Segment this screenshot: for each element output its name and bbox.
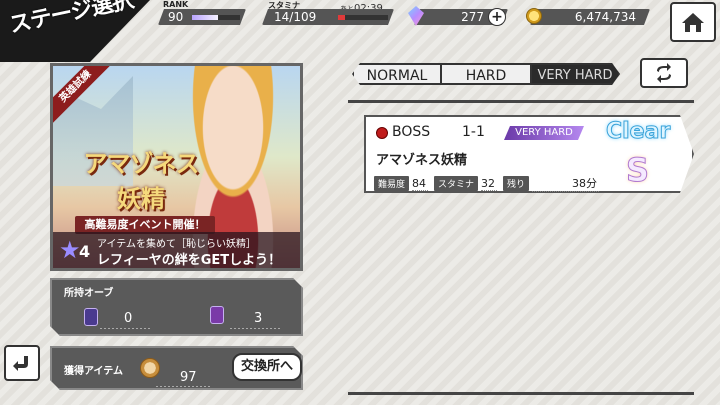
stamina-cost-value: 32: [481, 176, 496, 190]
event-star-number: 4: [79, 242, 91, 261]
back-button[interactable]: [4, 345, 40, 381]
rank-bar-fill: [192, 15, 218, 20]
stamina-chip: スタミナ: [434, 176, 478, 191]
coin-value: 6,474,734: [574, 10, 636, 24]
orbs-panel: 所持オーブ 0 3: [50, 278, 303, 336]
stage-number: 1-1: [462, 124, 485, 140]
divider: [100, 328, 150, 329]
event-banner[interactable]: 英雄試練 アマゾネス 妖精 高難易度イベント開催！ ★ 4 アイテムを集めて［恥…: [50, 63, 303, 271]
purple-orb-icon: [210, 306, 224, 324]
boss-icon: [376, 127, 388, 139]
stamina-box: 14/109: [262, 9, 394, 25]
item-coin-icon: [140, 358, 160, 378]
event-title-line2: 妖精: [117, 184, 165, 213]
tab-normal[interactable]: NORMAL: [352, 63, 442, 85]
stage-difficulty-badge: VERY HARD: [504, 126, 584, 140]
tab-very-hard[interactable]: VERY HARD: [530, 63, 620, 85]
clear-badge: Clear: [606, 119, 671, 144]
stamina-bar: [338, 15, 388, 20]
divider: [156, 386, 212, 387]
blue-orb-icon: [84, 308, 98, 326]
home-icon: [682, 13, 704, 32]
refresh-icon: [657, 63, 671, 83]
rank-label: RANK: [163, 0, 189, 9]
event-title: アマゾネス 妖精: [71, 144, 211, 214]
item-count: 97: [180, 370, 197, 385]
blue-orb-count: 0: [124, 311, 133, 326]
divider: [348, 100, 694, 103]
remaining-chip: 残り: [503, 176, 529, 191]
difficulty-tabs: NORMAL HARD VERY HARD: [352, 63, 618, 85]
purple-orb-count: 3: [254, 311, 263, 326]
coin-box: 6,474,734: [530, 9, 650, 25]
items-panel-label: 獲得アイテム: [64, 366, 123, 377]
orbs-panel-label: 所持オーブ: [64, 288, 114, 299]
refresh-button[interactable]: [640, 58, 688, 88]
gem-value: 277: [461, 10, 484, 24]
difficulty-chip: 難易度: [374, 176, 409, 191]
stage-rank: S: [626, 151, 650, 189]
difficulty-value: 84: [412, 176, 427, 190]
tab-hard[interactable]: HARD: [440, 63, 532, 85]
divider: [348, 392, 694, 395]
coin-icon: [526, 8, 542, 24]
stamina-bar-fill: [338, 15, 345, 20]
add-gems-button[interactable]: +: [488, 8, 506, 26]
event-title-line1: アマゾネス: [83, 149, 200, 178]
event-footer-line2: レフィーヤの絆をGETしよう！: [97, 253, 282, 268]
event-footer-line1: アイテムを集めて［恥じらい妖精］: [97, 239, 256, 250]
event-footer: ★ 4 アイテムを集めて［恥じらい妖精］ レフィーヤの絆をGETしよう！: [53, 232, 300, 268]
stage-info: 難易度 84 スタミナ 32 残り 38分: [374, 175, 605, 192]
boss-label: BOSS: [392, 124, 431, 140]
star-icon: ★: [59, 236, 81, 264]
back-arrow-icon: [13, 356, 28, 371]
rank-value: 90: [168, 10, 184, 24]
stage-card[interactable]: BOSS 1-1 VERY HARD Clear アマゾネス妖精 S 難易度 8…: [364, 115, 694, 193]
rank-bar: [192, 15, 240, 20]
divider: [230, 328, 280, 329]
stamina-value: 14/109: [274, 10, 317, 24]
stage-name: アマゾネス妖精: [376, 153, 468, 168]
rank-box: 90: [158, 9, 246, 25]
remaining-value: 38分: [532, 175, 599, 192]
exchange-button[interactable]: 交換所へ: [232, 353, 302, 381]
home-button[interactable]: [670, 2, 716, 42]
